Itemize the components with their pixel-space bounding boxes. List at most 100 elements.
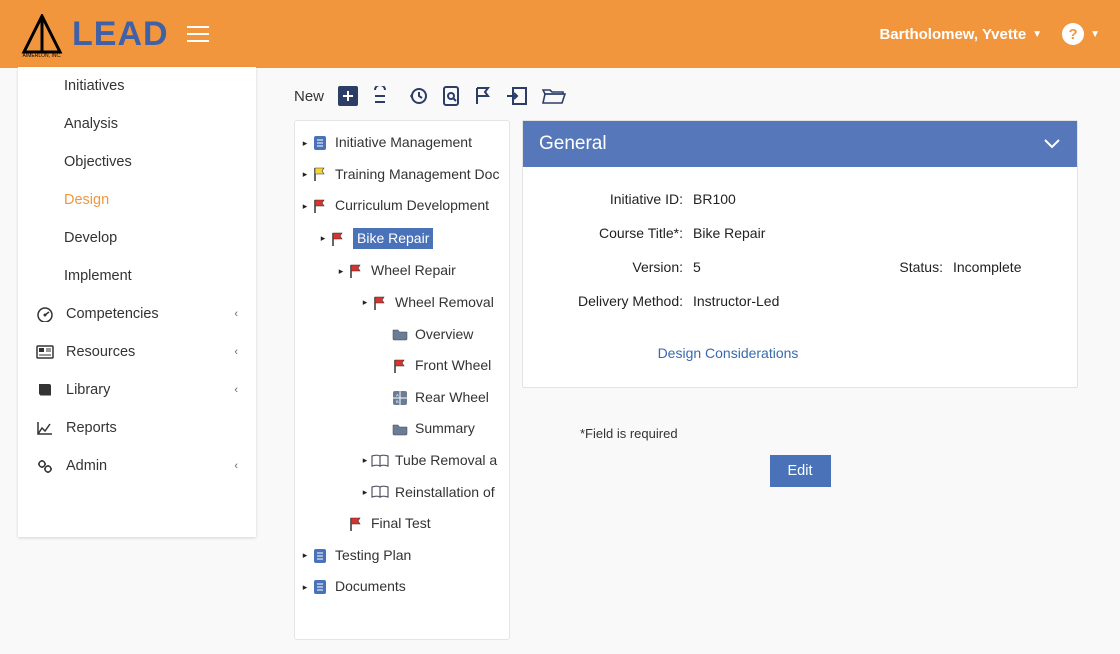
version-value: 5 (693, 259, 873, 275)
tree-toggle-icon[interactable]: ▸ (301, 549, 309, 562)
tree-toggle-icon[interactable]: ▸ (301, 137, 309, 150)
sidebar-item-objectives[interactable]: Objectives (18, 143, 256, 181)
tree-node-reinstallation-of[interactable]: ▸ Reinstallation of (295, 477, 509, 509)
initiative-id-value: BR100 (693, 191, 873, 207)
tree-toggle-icon[interactable]: ▸ (361, 296, 369, 309)
sidebar-item-library[interactable]: Library‹ (18, 371, 256, 409)
tree-node-tube-removal-a[interactable]: ▸Tube Removal a (295, 445, 509, 477)
chevron-down-icon (1043, 138, 1061, 150)
course-title-value: Bike Repair (693, 225, 873, 241)
tree-node-label: Testing Plan (335, 546, 411, 566)
tree-toggle-icon[interactable]: ▸ (361, 454, 369, 467)
tree-node-label: Bike Repair (353, 228, 433, 250)
delivery-label: Delivery Method: (543, 293, 693, 309)
preview-icon[interactable] (442, 86, 460, 106)
tree-node-wheel-repair[interactable]: ▸Wheel Repair (295, 255, 509, 287)
sidebar-item-competencies[interactable]: Competencies‹ (18, 295, 256, 333)
caret-down-icon: ▼ (1032, 29, 1042, 40)
sidebar-item-label: Analysis (64, 116, 118, 132)
course-title-label: Course Title*: (543, 225, 693, 241)
tree-node-documents[interactable]: ▸Documents (295, 571, 509, 603)
sidebar-item-label: Library (66, 382, 110, 398)
sidebar-item-label: Resources (66, 344, 135, 360)
user-name-label: Bartholomew, Yvette (879, 26, 1026, 43)
tree-node-label: Initiative Management (335, 133, 472, 153)
sidebar: Initiatives Analysis Objectives Design Devel… (18, 67, 256, 537)
tree-node-initiative-management[interactable]: ▸ Initiative Management (295, 127, 509, 159)
chart-icon (36, 420, 56, 436)
tree-toggle-icon[interactable]: ▸ (301, 581, 309, 594)
status-value: Incomplete (953, 259, 1053, 275)
tree-node-label: Wheel Removal (395, 293, 494, 313)
sidebar-item-label: Objectives (64, 154, 132, 170)
design-considerations-link[interactable]: Design Considerations (583, 345, 873, 361)
tree-toggle-icon[interactable]: ▸ (319, 232, 327, 245)
tree-node-final-test[interactable]: Final Test (295, 508, 509, 540)
link-item-icon[interactable] (372, 86, 394, 106)
flag-y-icon (311, 166, 329, 182)
sidebar-item-label: Admin (66, 458, 107, 474)
menu-toggle-button[interactable] (187, 26, 209, 42)
tree: ▸ Initiative Management ▸Training Manageme… (295, 121, 509, 609)
tree-toggle-icon[interactable]: ▸ (301, 168, 309, 181)
tree-node-rear-wheel[interactable]: ABRear Wheel (295, 382, 509, 414)
tree-node-label: Summary (415, 419, 475, 439)
tree-node-testing-plan[interactable]: ▸ Testing Plan (295, 540, 509, 572)
folder-open-icon[interactable] (542, 86, 566, 106)
tree-node-training-management-doc[interactable]: ▸Training Management Doc (295, 159, 509, 191)
flag-icon[interactable] (474, 86, 492, 106)
initiative-id-label: Initiative ID: (543, 191, 693, 207)
sidebar-item-reports[interactable]: Reports (18, 409, 256, 447)
flag-r-icon (371, 295, 389, 311)
new-button[interactable] (338, 86, 358, 106)
version-label: Version: (543, 259, 693, 275)
chevron-left-icon: ‹ (234, 460, 238, 472)
caret-down-icon: ▼ (1090, 29, 1100, 40)
sidebar-item-resources[interactable]: Resources ‹ (18, 333, 256, 371)
flag-r-icon (347, 516, 365, 532)
sidebar-item-label: Design (64, 192, 109, 208)
chevron-left-icon: ‹ (234, 308, 238, 320)
tree-node-front-wheel[interactable]: Front Wheel (295, 350, 509, 382)
required-note: *Field is required (580, 426, 1078, 441)
user-menu[interactable]: Bartholomew, Yvette ▼ (879, 26, 1042, 43)
help-icon: ? (1062, 23, 1084, 45)
tree-toggle-icon[interactable]: ▸ (301, 200, 309, 213)
folder-icon (391, 421, 409, 437)
tree-node-summary[interactable]: Summary (295, 413, 509, 445)
sidebar-item-implement[interactable]: Implement (18, 257, 256, 295)
sidebar-item-design[interactable]: Design (18, 181, 256, 219)
panel-header[interactable]: General (523, 121, 1077, 167)
tree-node-wheel-removal[interactable]: ▸ Wheel Removal (295, 287, 509, 319)
chevron-left-icon: ‹ (234, 346, 238, 358)
sidebar-item-analysis[interactable]: Analysis (18, 105, 256, 143)
history-icon[interactable] (408, 86, 428, 106)
brand-mark-icon: AIMERLON, INC. (20, 14, 64, 54)
help-menu[interactable]: ? ▼ (1062, 23, 1100, 45)
tree-node-curriculum-development[interactable]: ▸Curriculum Development (295, 190, 509, 222)
tree-toggle-icon[interactable]: ▸ (361, 486, 369, 499)
tree-node-overview[interactable]: Overview (295, 319, 509, 351)
tree-node-bike-repair[interactable]: ▸ Bike Repair (295, 222, 509, 256)
layout: Initiatives Analysis Objectives Design Devel… (0, 68, 1120, 654)
doc-icon (311, 579, 329, 595)
sidebar-item-initiatives[interactable]: Initiatives (18, 67, 256, 105)
content-row: ▸ Initiative Management ▸Training Manageme… (276, 120, 1120, 640)
tree-node-label: Reinstallation of (395, 483, 495, 503)
book-icon (36, 382, 56, 398)
import-icon[interactable] (506, 86, 528, 106)
sidebar-item-label: Develop (64, 230, 117, 246)
sidebar-item-develop[interactable]: Develop (18, 219, 256, 257)
tree-panel: ▸ Initiative Management ▸Training Manageme… (294, 120, 510, 640)
openbook-icon (371, 484, 389, 500)
svg-text:B: B (396, 399, 399, 404)
openbook-icon (371, 453, 389, 469)
svg-text:A: A (396, 392, 399, 397)
panel-body: Initiative ID: BR100 Course Title*: Bike… (523, 167, 1077, 387)
new-label: New (294, 88, 324, 105)
tree-toggle-icon[interactable]: ▸ (337, 265, 345, 278)
edit-button[interactable]: Edit (770, 455, 831, 487)
status-label: Status: (873, 259, 953, 275)
folder-icon (391, 326, 409, 342)
sidebar-item-admin[interactable]: Admin ‹ (18, 447, 256, 485)
